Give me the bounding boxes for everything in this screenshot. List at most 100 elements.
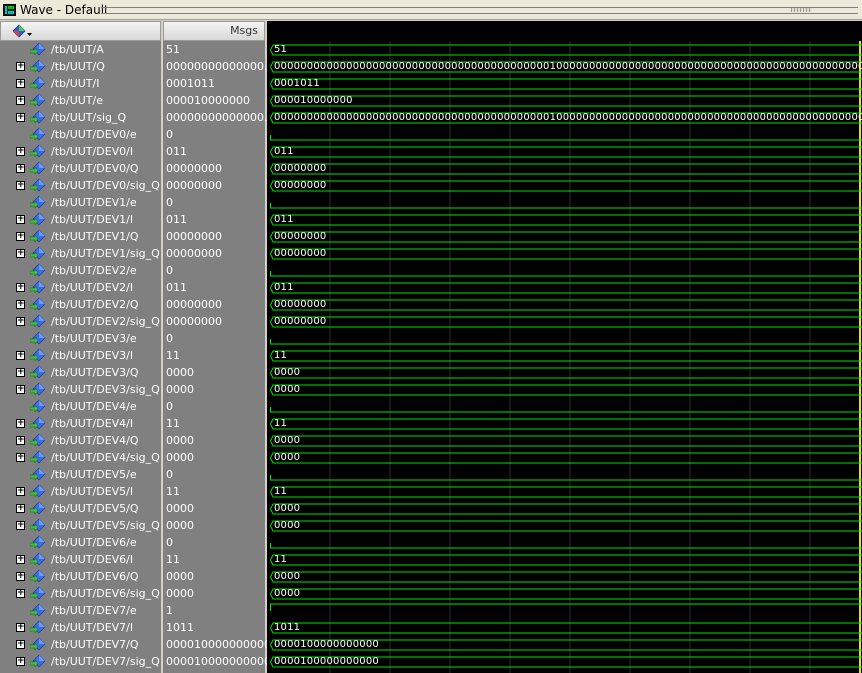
expand-plus-icon[interactable]: + xyxy=(16,436,25,445)
signal-value-cell[interactable]: 011 xyxy=(163,211,265,228)
signal-value-cell[interactable]: 011 xyxy=(163,279,265,296)
signal-value-cell[interactable]: 11 xyxy=(163,551,265,568)
signal-row[interactable]: + /tb/UUT/DEV7/I xyxy=(0,619,161,636)
wave-time-header[interactable] xyxy=(267,21,862,41)
signal-value-cell[interactable]: 11 xyxy=(163,347,265,364)
signal-value-cell[interactable]: 011 xyxy=(163,143,265,160)
signal-value-cell[interactable]: 0001011 xyxy=(163,75,265,92)
signal-row[interactable]: + /tb/UUT/DEV2/I xyxy=(0,279,161,296)
signal-row[interactable]: + /tb/UUT/DEV3/Q xyxy=(0,364,161,381)
signal-value-cell[interactable]: 0 xyxy=(163,330,265,347)
wave-cursor-icon[interactable] xyxy=(11,24,33,40)
signal-value-cell[interactable]: 0000 xyxy=(163,585,265,602)
signal-row[interactable]: /tb/UUT/DEV5/e xyxy=(0,466,161,483)
signal-value-cell[interactable]: 00000000 xyxy=(163,228,265,245)
signal-value-cell[interactable]: 00000000 xyxy=(163,177,265,194)
signal-row[interactable]: /tb/UUT/DEV3/e xyxy=(0,330,161,347)
expand-plus-icon[interactable]: + xyxy=(16,572,25,581)
signal-value-cell[interactable]: 00000000000000... xyxy=(163,109,274,126)
signal-value-cell[interactable]: 0000 xyxy=(163,449,265,466)
signal-row[interactable]: + /tb/UUT/DEV7/Q xyxy=(0,636,161,653)
signal-row[interactable]: + /tb/UUT/DEV1/I xyxy=(0,211,161,228)
signal-value-cell[interactable]: 0000 xyxy=(163,432,265,449)
expand-plus-icon[interactable]: + xyxy=(16,79,25,88)
signal-value-cell[interactable]: 0 xyxy=(163,466,265,483)
expand-plus-icon[interactable]: + xyxy=(16,300,25,309)
signal-value-cell[interactable]: 11 xyxy=(163,415,265,432)
expand-plus-icon[interactable]: + xyxy=(16,385,25,394)
signal-value-cell[interactable]: 0 xyxy=(163,126,265,143)
expand-plus-icon[interactable]: + xyxy=(16,62,25,71)
expand-plus-icon[interactable]: + xyxy=(16,453,25,462)
signal-value-cell[interactable]: 0 xyxy=(163,262,265,279)
expand-plus-icon[interactable]: + xyxy=(16,368,25,377)
signal-value-cell[interactable]: 1 xyxy=(163,602,265,619)
signal-row[interactable]: + /tb/UUT/DEV0/sig_Q xyxy=(0,177,161,194)
window-titlebar[interactable]: Wave - Default xyxy=(0,0,862,20)
signal-value-cell[interactable]: 00000000 xyxy=(163,160,265,177)
waveform-pane[interactable]: 51 00000000000000000000000000000000000000… xyxy=(267,41,862,673)
signal-row[interactable]: + /tb/UUT/Q xyxy=(0,58,161,75)
signal-value-cell[interactable]: 00000000 xyxy=(163,296,265,313)
signal-row[interactable]: /tb/UUT/A xyxy=(0,41,161,58)
expand-plus-icon[interactable]: + xyxy=(16,147,25,156)
signal-row[interactable]: + /tb/UUT/DEV3/sig_Q xyxy=(0,381,161,398)
signal-value-cell[interactable]: 0000 xyxy=(163,517,265,534)
signal-row[interactable]: + /tb/UUT/DEV4/Q xyxy=(0,432,161,449)
signal-value-cell[interactable]: 00000000 xyxy=(163,245,265,262)
signal-value-cell[interactable]: 0000100000000000 xyxy=(163,653,278,670)
signal-row[interactable]: /tb/UUT/DEV6/e xyxy=(0,534,161,551)
signal-row[interactable]: + /tb/UUT/DEV2/sig_Q xyxy=(0,313,161,330)
expand-plus-icon[interactable]: + xyxy=(16,504,25,513)
expand-plus-icon[interactable]: + xyxy=(16,232,25,241)
signal-value-cell[interactable]: 0000 xyxy=(163,500,265,517)
expand-plus-icon[interactable]: + xyxy=(16,657,25,666)
signal-value-cell[interactable]: 1011 xyxy=(163,619,265,636)
expand-plus-icon[interactable]: + xyxy=(16,283,25,292)
signal-row[interactable]: + /tb/UUT/DEV1/sig_Q xyxy=(0,245,161,262)
signal-value-cell[interactable]: 0 xyxy=(163,534,265,551)
signal-row[interactable]: /tb/UUT/DEV0/e xyxy=(0,126,161,143)
signal-value-cell[interactable]: 51 xyxy=(163,41,265,58)
signal-row[interactable]: /tb/UUT/DEV2/e xyxy=(0,262,161,279)
signal-row[interactable]: + /tb/UUT/DEV3/I xyxy=(0,347,161,364)
expand-plus-icon[interactable]: + xyxy=(16,113,25,122)
signal-row[interactable]: + /tb/UUT/DEV1/Q xyxy=(0,228,161,245)
signal-value-cell[interactable]: 000010000000 xyxy=(163,92,265,109)
msgs-column-header[interactable]: Msgs xyxy=(163,21,265,41)
expand-plus-icon[interactable]: + xyxy=(16,249,25,258)
signal-value-cell[interactable]: 0000 xyxy=(163,381,265,398)
signal-row[interactable]: /tb/UUT/DEV4/e xyxy=(0,398,161,415)
expand-plus-icon[interactable]: + xyxy=(16,181,25,190)
signal-row[interactable]: + /tb/UUT/DEV4/sig_Q xyxy=(0,449,161,466)
expand-plus-icon[interactable]: + xyxy=(16,351,25,360)
signal-row[interactable]: + /tb/UUT/DEV0/Q xyxy=(0,160,161,177)
expand-plus-icon[interactable]: + xyxy=(16,521,25,530)
signal-row[interactable]: + /tb/UUT/I xyxy=(0,75,161,92)
signal-row[interactable]: + /tb/UUT/DEV5/I xyxy=(0,483,161,500)
signal-value-cell[interactable]: 0000 xyxy=(163,568,265,585)
signal-value-cell[interactable]: 00000000 xyxy=(163,313,265,330)
signal-row[interactable]: /tb/UUT/DEV7/e xyxy=(0,602,161,619)
signal-row[interactable]: + /tb/UUT/DEV4/I xyxy=(0,415,161,432)
expand-plus-icon[interactable]: + xyxy=(16,215,25,224)
signal-value-cell[interactable]: 11 xyxy=(163,483,265,500)
signal-row[interactable]: + /tb/UUT/DEV2/Q xyxy=(0,296,161,313)
signal-row[interactable]: /tb/UUT/DEV1/e xyxy=(0,194,161,211)
expand-plus-icon[interactable]: + xyxy=(16,555,25,564)
expand-plus-icon[interactable]: + xyxy=(16,623,25,632)
signal-row[interactable]: + /tb/UUT/DEV5/sig_Q xyxy=(0,517,161,534)
signal-value-cell[interactable]: 0 xyxy=(163,398,265,415)
signal-row[interactable]: + /tb/UUT/DEV5/Q xyxy=(0,500,161,517)
signal-row[interactable]: + /tb/UUT/sig_Q xyxy=(0,109,161,126)
signal-row[interactable]: + /tb/UUT/e xyxy=(0,92,161,109)
signal-row[interactable]: + /tb/UUT/DEV7/sig_Q xyxy=(0,653,161,670)
expand-plus-icon[interactable]: + xyxy=(16,589,25,598)
expand-plus-icon[interactable]: + xyxy=(16,640,25,649)
expand-plus-icon[interactable]: + xyxy=(16,96,25,105)
signal-value-cell[interactable]: 0000 xyxy=(163,364,265,381)
signal-value-cell[interactable]: 00000000000000... xyxy=(163,58,274,75)
expand-plus-icon[interactable]: + xyxy=(16,164,25,173)
signal-row[interactable]: + /tb/UUT/DEV6/Q xyxy=(0,568,161,585)
expand-plus-icon[interactable]: + xyxy=(16,487,25,496)
